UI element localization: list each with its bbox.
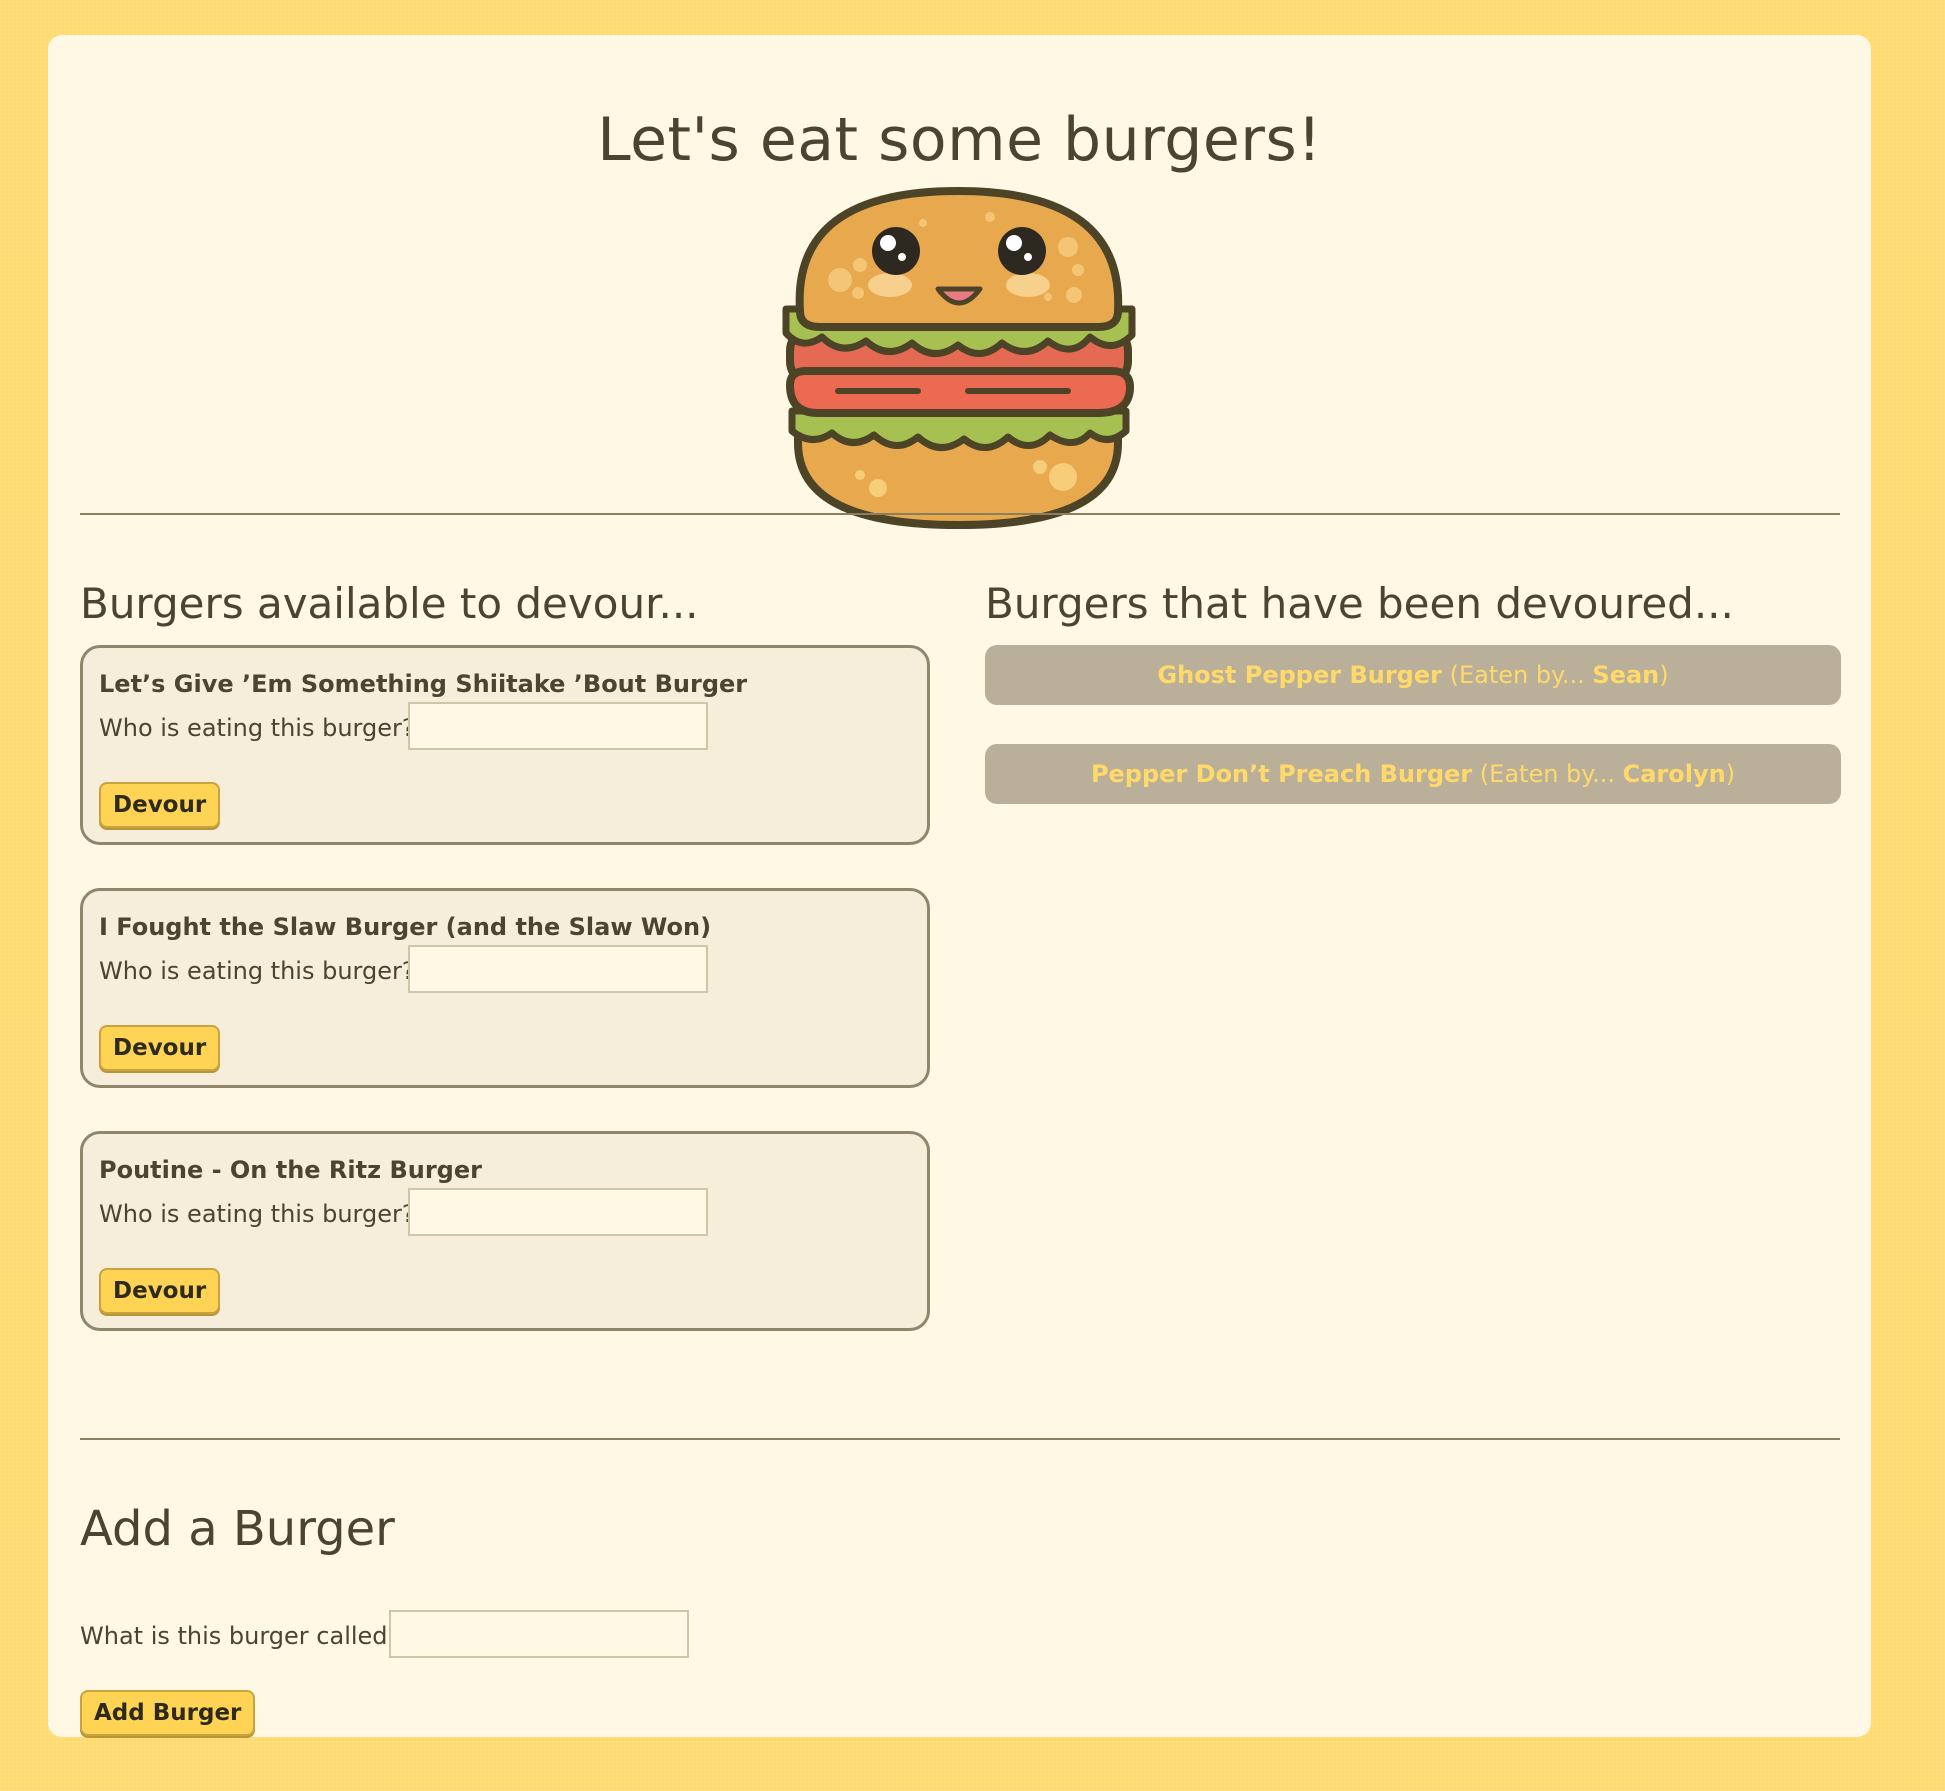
top-divider (80, 513, 1840, 515)
burger-name: Poutine - On the Ritz Burger (99, 1156, 482, 1184)
available-burger-card: I Fought the Slaw Burger (and the Slaw W… (80, 888, 930, 1088)
burger-name-input[interactable] (389, 1610, 689, 1658)
eaten-by-label: (Eaten by... (1449, 661, 1585, 689)
available-burger-card: Poutine - On the Ritz Burger Who is eati… (80, 1131, 930, 1331)
eater-label: Who is eating this burger? (99, 714, 415, 742)
burger-name: I Fought the Slaw Burger (and the Slaw W… (99, 913, 712, 941)
closing-paren: ) (1725, 760, 1736, 788)
devoured-burger-item: Pepper Don’t Preach Burger (Eaten by... … (985, 744, 1841, 804)
burger-name: Let’s Give ’Em Something Shiitake ’Bout … (99, 670, 748, 698)
eater-name: Sean (1592, 661, 1660, 689)
eaten-by-label: (Eaten by... (1479, 760, 1615, 788)
devour-button[interactable]: Devour (99, 1025, 221, 1071)
available-heading: Burgers available to devour... (80, 579, 699, 628)
eater-label: Who is eating this burger? (99, 1200, 415, 1228)
eater-label: Who is eating this burger? (99, 957, 415, 985)
burger-mascot-icon (782, 187, 1136, 529)
eater-name-input[interactable] (408, 702, 708, 750)
add-burger-heading: Add a Burger (80, 1501, 395, 1557)
eater-name-input[interactable] (408, 945, 708, 993)
devoured-burger-name: Pepper Don’t Preach Burger (1090, 760, 1473, 788)
bottom-divider (80, 1438, 1840, 1440)
eater-name: Carolyn (1622, 760, 1726, 788)
devoured-burger-item: Ghost Pepper Burger (Eaten by... Sean) (985, 645, 1841, 705)
devoured-heading: Burgers that have been devoured... (985, 579, 1734, 628)
available-burger-card: Let’s Give ’Em Something Shiitake ’Bout … (80, 645, 930, 845)
eater-name-input[interactable] (408, 1188, 708, 1236)
devour-button[interactable]: Devour (99, 782, 221, 828)
burger-name-label: What is this burger called? (80, 1622, 401, 1650)
add-burger-button[interactable]: Add Burger (80, 1690, 256, 1736)
page-title: Let's eat some burgers! (597, 105, 1322, 175)
devour-button[interactable]: Devour (99, 1268, 221, 1314)
closing-paren: ) (1659, 661, 1669, 689)
devoured-burger-name: Ghost Pepper Burger (1157, 661, 1442, 689)
main-card: Let's eat some burgers! Burgers availabl… (48, 35, 1871, 1737)
